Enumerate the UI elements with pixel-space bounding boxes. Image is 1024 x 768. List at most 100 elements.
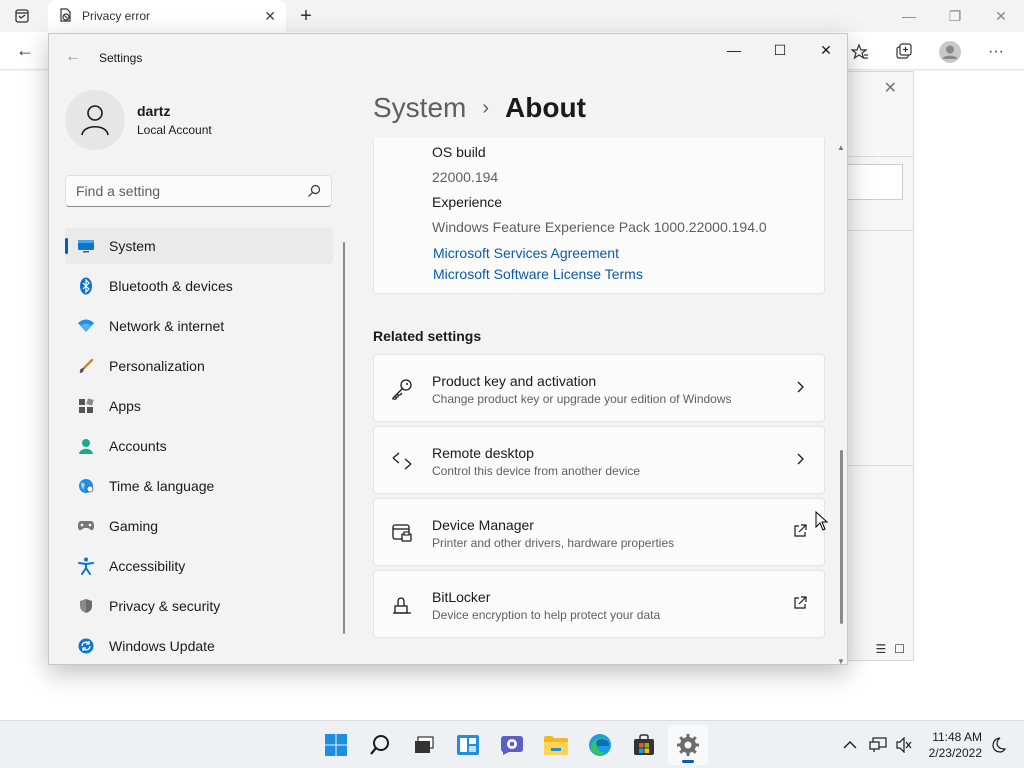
bitlocker-card[interactable]: BitLocker Device encryption to help prot… xyxy=(373,570,825,638)
experience-value: Windows Feature Experience Pack 1000.220… xyxy=(432,219,767,235)
sidebar-item-accounts[interactable]: Accounts xyxy=(65,428,333,464)
product-key-card[interactable]: Product key and activation Change produc… xyxy=(373,354,825,422)
gamepad-icon xyxy=(77,517,95,535)
tab-actions-icon[interactable] xyxy=(12,6,32,26)
sidebar-item-label: Windows Update xyxy=(109,638,215,654)
shield-icon xyxy=(77,597,95,615)
background-dialog-field[interactable] xyxy=(847,164,903,200)
user-profile[interactable]: dartz Local Account xyxy=(65,90,212,150)
network-tray-icon[interactable] xyxy=(868,735,888,755)
volume-muted-tray-icon[interactable] xyxy=(894,735,914,755)
person-icon xyxy=(81,105,109,136)
profile-avatar-icon[interactable] xyxy=(938,40,962,64)
scroll-down-arrow-icon[interactable]: ▼ xyxy=(837,657,845,664)
external-link-icon xyxy=(792,595,808,611)
taskbar-clock[interactable]: 11:48 AM 2/23/2022 xyxy=(918,729,982,761)
list-view-icon[interactable]: ☰ xyxy=(875,642,886,656)
search-input[interactable]: Find a setting xyxy=(76,183,307,199)
task-view-icon[interactable] xyxy=(404,725,444,765)
new-tab-button[interactable]: + xyxy=(294,4,318,28)
edge-browser-icon[interactable] xyxy=(580,725,620,765)
wifi-icon xyxy=(77,317,95,335)
tab-close-button[interactable]: ✕ xyxy=(264,8,276,25)
scrollbar-thumb[interactable] xyxy=(840,450,843,624)
sidebar-item-bluetooth[interactable]: Bluetooth & devices xyxy=(65,268,333,304)
profile-account-type: Local Account xyxy=(137,123,212,137)
sidebar-item-privacy-security[interactable]: Privacy & security xyxy=(65,588,333,624)
taskbar-search-icon[interactable] xyxy=(360,725,400,765)
tray-overflow-chevron-up-icon[interactable] xyxy=(840,735,860,755)
content-scrollbar[interactable]: ▲ ▼ xyxy=(837,138,847,664)
key-icon xyxy=(390,377,414,401)
settings-taskbar-icon[interactable] xyxy=(668,725,708,765)
card-title: BitLocker xyxy=(432,589,491,605)
background-dialog-close-icon[interactable]: ✕ xyxy=(884,78,897,98)
sidebar-item-label: Gaming xyxy=(109,518,159,534)
clock-date: 2/23/2022 xyxy=(928,746,982,760)
settings-nav: System Bluetooth & devices Network & int… xyxy=(65,228,333,664)
collections-icon[interactable] xyxy=(892,40,916,64)
sidebar-item-label: Apps xyxy=(109,398,141,414)
settings-minimize-button[interactable]: — xyxy=(711,34,757,66)
sidebar-item-network[interactable]: Network & internet xyxy=(65,308,333,344)
sidebar-item-time-language[interactable]: Time & language xyxy=(65,468,333,504)
search-icon[interactable] xyxy=(307,184,321,198)
settings-back-button[interactable]: ← xyxy=(65,48,81,66)
related-settings-title: Related settings xyxy=(373,328,482,344)
breadcrumb-parent[interactable]: System xyxy=(373,92,466,124)
widgets-icon[interactable] xyxy=(448,725,488,765)
sidebar-item-system[interactable]: System xyxy=(65,228,333,264)
sidebar-item-gaming[interactable]: Gaming xyxy=(65,508,333,544)
browser-titlebar: Privacy error ✕ + — ❐ ✕ xyxy=(0,0,1024,32)
external-link-icon xyxy=(792,523,808,539)
card-title: Product key and activation xyxy=(432,373,597,389)
clock-time: 11:48 AM xyxy=(932,730,982,744)
avatar xyxy=(65,90,125,150)
browser-restore-button[interactable]: ❐ xyxy=(932,0,978,32)
chat-icon[interactable] xyxy=(492,725,532,765)
card-title: Device Manager xyxy=(432,517,534,533)
scroll-up-arrow-icon[interactable]: ▲ xyxy=(837,143,845,152)
device-manager-card[interactable]: Device Manager Printer and other drivers… xyxy=(373,498,825,566)
sidebar-item-windows-update[interactable]: Windows Update xyxy=(65,628,333,664)
os-build-value: 22000.194 xyxy=(432,169,499,185)
nav-scrollbar[interactable] xyxy=(343,242,345,634)
remote-desktop-icon xyxy=(390,449,414,473)
breadcrumb: System › About xyxy=(373,92,586,124)
brush-icon xyxy=(77,357,95,375)
favorites-star-icon[interactable] xyxy=(848,40,872,64)
store-icon[interactable] xyxy=(624,725,664,765)
sidebar-item-label: System xyxy=(109,238,156,254)
sidebar-item-apps[interactable]: Apps xyxy=(65,388,333,424)
remote-desktop-card[interactable]: Remote desktop Control this device from … xyxy=(373,426,825,494)
sidebar-item-accessibility[interactable]: Accessibility xyxy=(65,548,333,584)
mouse-cursor-icon xyxy=(815,510,829,536)
card-description: Control this device from another device xyxy=(432,464,641,478)
update-icon xyxy=(77,637,95,655)
settings-search[interactable]: Find a setting xyxy=(65,175,332,207)
start-button-icon[interactable] xyxy=(316,725,356,765)
card-description: Printer and other drivers, hardware prop… xyxy=(432,536,675,550)
browser-back-button[interactable]: ← xyxy=(16,40,34,61)
browser-close-button[interactable]: ✕ xyxy=(978,0,1024,32)
more-options-button[interactable]: ··· xyxy=(984,40,1008,64)
browser-minimize-button[interactable]: — xyxy=(886,0,932,32)
browser-tab[interactable]: Privacy error ✕ xyxy=(48,0,286,32)
card-description: Change product key or upgrade your editi… xyxy=(432,392,732,406)
sidebar-item-personalization[interactable]: Personalization xyxy=(65,348,333,384)
chevron-right-icon xyxy=(792,379,808,395)
services-agreement-link[interactable]: Microsoft Services Agreement xyxy=(433,245,619,261)
accessibility-icon xyxy=(77,557,95,575)
windows-specifications-card: OS build 22000.194 Experience Windows Fe… xyxy=(373,138,825,294)
settings-close-button[interactable]: ✕ xyxy=(803,34,847,66)
settings-titlebar: ← Settings — ☐ ✕ xyxy=(49,34,847,82)
license-terms-link[interactable]: Microsoft Software License Terms xyxy=(433,266,643,282)
focus-assist-moon-icon[interactable] xyxy=(988,735,1008,755)
square-view-icon[interactable]: ☐ xyxy=(894,642,905,656)
file-explorer-icon[interactable] xyxy=(536,725,576,765)
sidebar-item-label: Bluetooth & devices xyxy=(109,278,233,294)
settings-app-title: Settings xyxy=(99,51,143,65)
taskbar: 11:48 AM 2/23/2022 xyxy=(0,720,1024,768)
settings-maximize-button[interactable]: ☐ xyxy=(757,34,803,66)
divider xyxy=(847,230,913,231)
